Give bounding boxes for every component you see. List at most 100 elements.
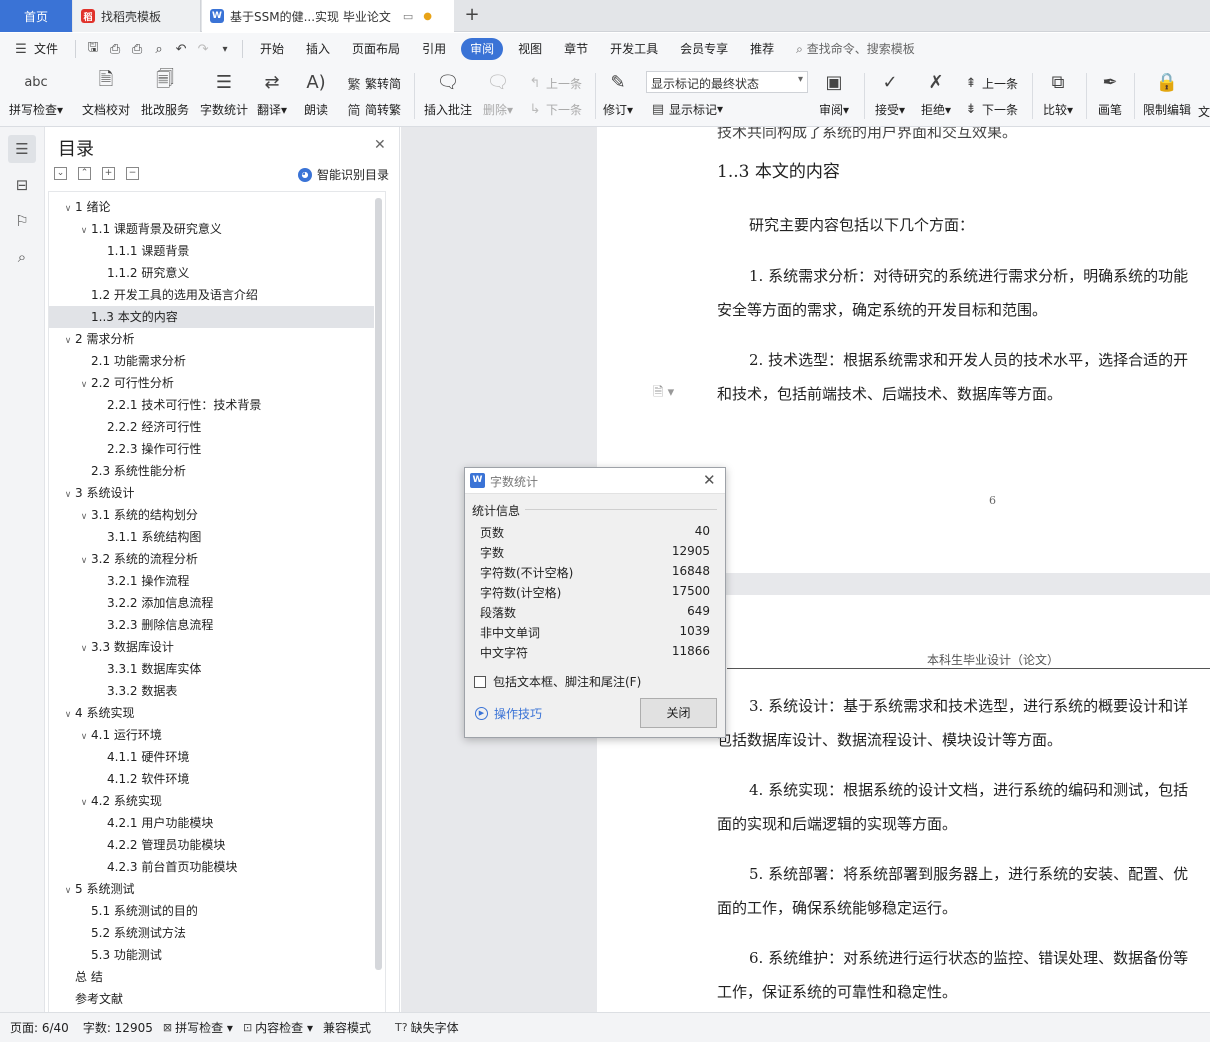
toc-item[interactable]: 2.1 功能需求分析 — [49, 350, 374, 372]
toc-item[interactable]: 4.2.3 前台首页功能模块 — [49, 856, 374, 878]
toc-item[interactable]: ∨ 3 系统设计 — [49, 482, 374, 504]
next-comment-button[interactable]: ↳ 下一条 — [527, 99, 582, 119]
toc-item[interactable]: 3.1.1 系统结构图 — [49, 526, 374, 548]
toc-item[interactable]: 3.2.1 操作流程 — [49, 570, 374, 592]
chevron-down-icon[interactable]: ∨ — [61, 484, 75, 506]
chevron-down-icon[interactable]: ∨ — [77, 506, 91, 528]
close-icon[interactable]: ✕ — [374, 137, 386, 153]
expand-up-icon[interactable]: ⌃ — [78, 167, 91, 180]
batch-service-button[interactable]: 🗐 批改服务 — [136, 69, 194, 118]
tips-link[interactable]: ▶ 操作技巧 — [475, 705, 542, 722]
markup-mode-select[interactable]: 显示标记的最终状态 — [646, 71, 808, 93]
tab-document[interactable]: W 基于SSM的健...实现 毕业论文 ▭ ● — [202, 0, 454, 32]
tab-template[interactable]: 稻 找稻壳模板 — [73, 0, 201, 32]
toc-item[interactable]: 4.2.2 管理员功能模块 — [49, 834, 374, 856]
smart-toc-button[interactable]: ◕ 智能识别目录 — [298, 166, 389, 183]
chevron-down-icon[interactable]: ∨ — [77, 638, 91, 660]
doc-proof-button[interactable]: 🗎 文档校对 — [77, 69, 135, 118]
compare-button[interactable]: ⧉ 比较▾ — [1032, 69, 1084, 118]
toc-item[interactable]: ∨ 2 需求分析 — [49, 328, 374, 350]
toc-item[interactable]: ∨ 2.2 可行性分析 — [49, 372, 374, 394]
translate-button[interactable]: ⇄ 翻译▾ — [246, 69, 298, 118]
toc-item[interactable]: 3.3.2 数据表 — [49, 680, 374, 702]
toc-item[interactable]: 1.2 开发工具的选用及语言介绍 — [49, 284, 374, 306]
menu-insert[interactable]: 插入 — [295, 38, 341, 60]
menu-start[interactable]: 开始 — [249, 38, 295, 60]
search-icon[interactable]: ⌕ — [8, 243, 36, 271]
show-markup-button[interactable]: ▤ 显示标记 ▾ — [650, 99, 723, 119]
monitor-icon[interactable]: ▭ — [403, 10, 413, 23]
toc-item[interactable]: 总 结 — [49, 966, 374, 988]
remove-level-icon[interactable]: − — [126, 167, 139, 180]
bookmark-icon[interactable]: ⚐ — [8, 207, 36, 235]
toc-item[interactable]: ∨ 5 系统测试 — [49, 878, 374, 900]
chevron-down-icon[interactable]: ∨ — [61, 880, 75, 902]
ink-button[interactable]: ✒ 画笔 — [1084, 69, 1136, 118]
toc-item[interactable]: ∨ 3.2 系统的流程分析 — [49, 548, 374, 570]
toc-item[interactable]: 5.3 功能测试 — [49, 944, 374, 966]
delete-comment-button[interactable]: 🗨 删除▾ — [474, 69, 522, 118]
page-indicator[interactable]: 页面: 6/40 — [10, 1019, 69, 1036]
hamburger-icon[interactable]: ☰ — [10, 38, 32, 60]
save-icon[interactable]: 🖫 — [82, 38, 104, 60]
command-search[interactable]: ⌕ 查找命令、搜索模板 — [785, 38, 926, 60]
toc-item[interactable]: 1.1.2 研究意义 — [49, 262, 374, 284]
paragraph-handle-icon[interactable]: 🗎 ▾ — [653, 383, 674, 405]
read-aloud-button[interactable]: A) 朗读 — [292, 69, 340, 118]
chevron-down-icon[interactable]: ∨ — [61, 704, 75, 726]
chevron-down-icon[interactable]: ∨ — [77, 792, 91, 814]
toc-item[interactable]: 5.1 系统测试的目的 — [49, 900, 374, 922]
menu-review[interactable]: 审阅 — [461, 38, 504, 60]
redo-icon[interactable]: ↷ — [192, 38, 214, 60]
tab-home[interactable]: 首页 — [0, 0, 72, 32]
next-change-button[interactable]: ⇟ 下一条 — [963, 99, 1018, 119]
toc-item[interactable]: ∨ 3.3 数据库设计 — [49, 636, 374, 658]
toc-item[interactable]: 3.3.1 数据库实体 — [49, 658, 374, 680]
restrict-editing-button[interactable]: 🔒 限制编辑 — [1138, 69, 1196, 118]
toc-item[interactable]: 2.2.2 经济可行性 — [49, 416, 374, 438]
toc-item[interactable]: 1.1.1 课题背景 — [49, 240, 374, 262]
close-icon[interactable]: ✕ — [703, 471, 716, 489]
menu-recommend[interactable]: 推荐 — [739, 38, 785, 60]
toc-item[interactable]: 4.2.1 用户功能模块 — [49, 812, 374, 834]
menu-page-layout[interactable]: 页面布局 — [341, 38, 411, 60]
toc-item[interactable]: 3.2.3 删除信息流程 — [49, 614, 374, 636]
include-textbox-checkbox[interactable]: 包括文本框、脚注和尾注(F) — [474, 673, 641, 690]
toc-item[interactable]: ∨ 4.1 运行环境 — [49, 724, 374, 746]
toc-item[interactable]: ∨ 3.1 系统的结构划分 — [49, 504, 374, 526]
toc-item[interactable]: 3.2.2 添加信息流程 — [49, 592, 374, 614]
word-count-button[interactable]: ☰ 字数统计 — [195, 69, 253, 118]
menu-file[interactable]: 文件 — [32, 38, 69, 60]
chevron-down-icon[interactable]: ∨ — [77, 550, 91, 572]
trad-to-simp-button[interactable]: 繁繁转简 — [346, 73, 401, 93]
customize-dropdown-icon[interactable]: ▾ — [214, 38, 236, 60]
insert-comment-button[interactable]: 🗨 插入批注 — [419, 69, 477, 118]
dialog-titlebar[interactable]: W 字数统计 ✕ — [465, 468, 725, 494]
checkbox[interactable] — [474, 675, 486, 688]
toc-panel-icon[interactable]: ☰ — [8, 135, 36, 163]
track-changes-button[interactable]: ✎ 修订▾ — [594, 69, 642, 118]
toc-item[interactable]: 参考文献 — [49, 988, 374, 1010]
document-overflow-button[interactable]: 文 — [1198, 101, 1210, 121]
toc-item[interactable]: 2.3 系统性能分析 — [49, 460, 374, 482]
chapter-nav-icon[interactable]: ⊟ — [8, 171, 36, 199]
menu-section[interactable]: 章节 — [553, 38, 599, 60]
toc-item[interactable]: 5.2 系统测试方法 — [49, 922, 374, 944]
toc-item[interactable]: ∨ 1 绪论 — [49, 196, 374, 218]
toc-item[interactable]: 2.2.3 操作可行性 — [49, 438, 374, 460]
menu-developer[interactable]: 开发工具 — [599, 38, 669, 60]
add-level-icon[interactable]: + — [102, 167, 115, 180]
undo-icon[interactable]: ↶ — [170, 38, 192, 60]
missing-font-button[interactable]: T? 缺失字体 — [395, 1019, 459, 1036]
chevron-down-icon[interactable]: ∨ — [61, 198, 75, 220]
menu-view[interactable]: 视图 — [507, 38, 553, 60]
reject-button[interactable]: ✗ 拒绝▾ — [910, 69, 962, 118]
toc-item[interactable]: 4.1.2 软件环境 — [49, 768, 374, 790]
toc-item[interactable]: 2.2.1 技术可行性：技术背景 — [49, 394, 374, 416]
new-tab-button[interactable]: + — [460, 4, 484, 28]
toc-scrollbar[interactable] — [375, 198, 382, 970]
print-icon[interactable]: ⎙ — [126, 38, 148, 60]
chevron-down-icon[interactable]: ∨ — [61, 330, 75, 352]
content-check-status[interactable]: ⊡ 内容检查 ▾ — [243, 1019, 313, 1036]
menu-member[interactable]: 会员专享 — [669, 38, 739, 60]
